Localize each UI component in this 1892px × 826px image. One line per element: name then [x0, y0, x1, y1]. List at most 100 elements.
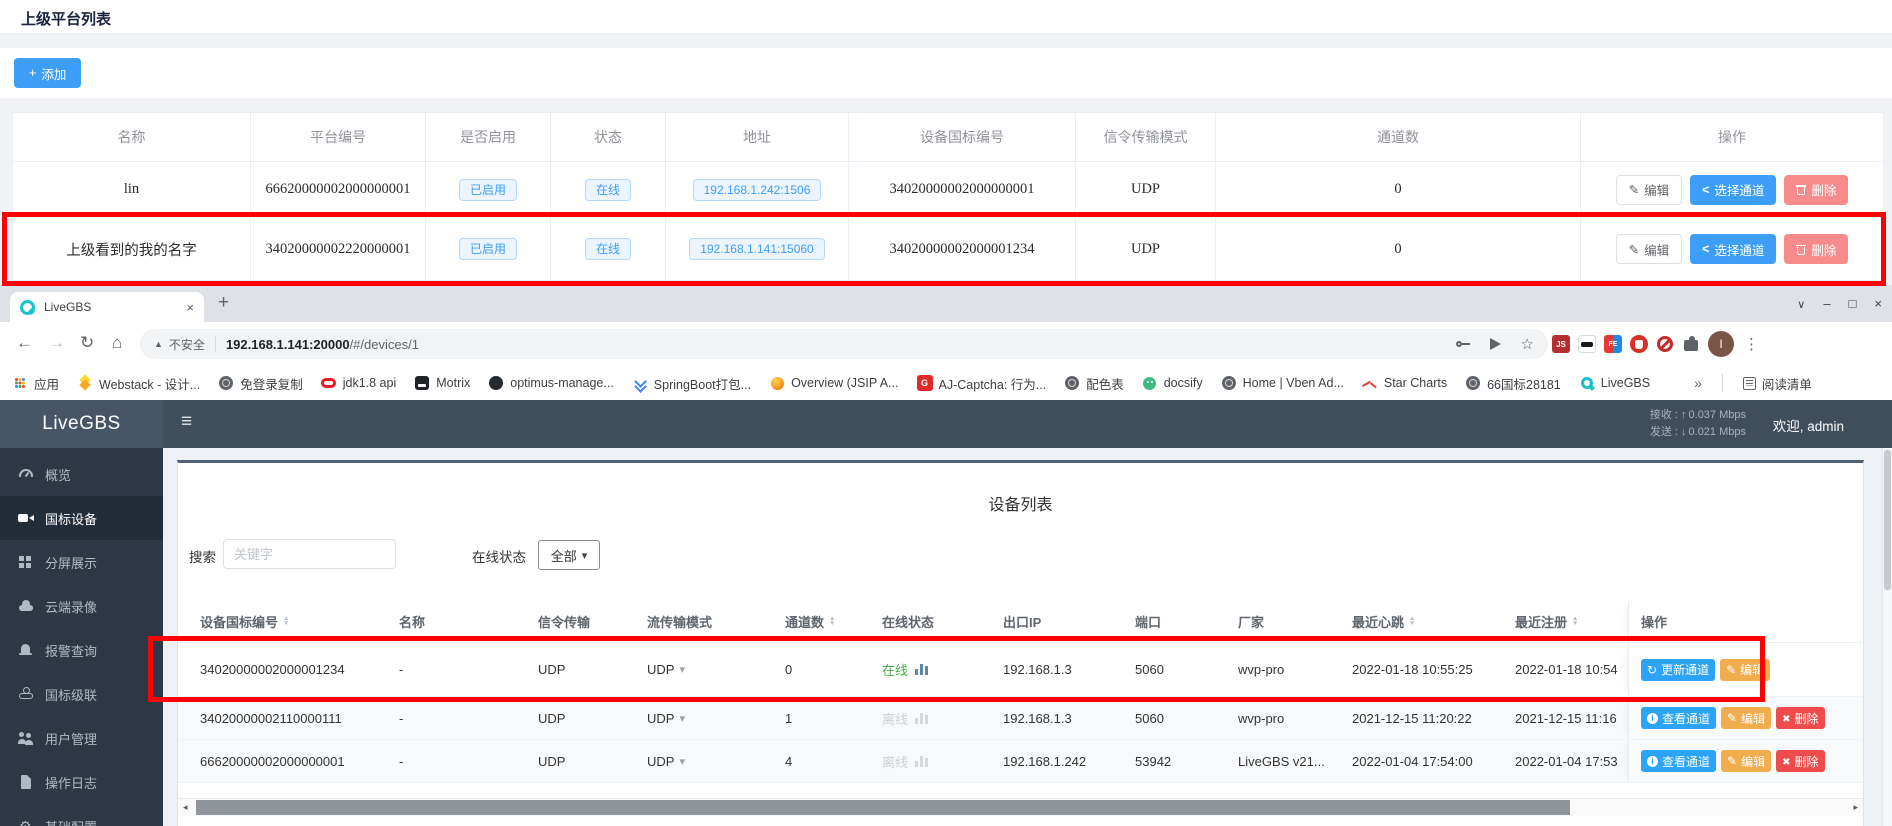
- maximize-icon[interactable]: [1849, 296, 1857, 311]
- vertical-scrollbar[interactable]: [1882, 448, 1892, 826]
- bookmark-item-starcharts[interactable]: Star Charts: [1362, 375, 1447, 391]
- not-secure-icon[interactable]: [154, 339, 163, 350]
- bookmarks-overflow-icon[interactable]: »: [1694, 375, 1702, 391]
- edit-button[interactable]: 编辑: [1616, 234, 1683, 264]
- add-button[interactable]: + 添加: [14, 58, 81, 88]
- extensions-puzzle-icon[interactable]: [1682, 335, 1700, 353]
- bookmark-item-webstack[interactable]: Webstack - 设计...: [77, 374, 200, 393]
- bookmark-item-motrix[interactable]: Motrix: [414, 375, 470, 391]
- bar-chart-icon[interactable]: [920, 664, 923, 675]
- edit-button[interactable]: 编辑: [1721, 750, 1771, 772]
- bookmark-item-optimus[interactable]: optimus-manage...: [488, 375, 614, 391]
- tab-close-icon[interactable]: [186, 300, 194, 315]
- x-icon: [1782, 754, 1790, 768]
- chevron-down-icon[interactable]: [1797, 296, 1805, 311]
- view-channels-button[interactable]: 查看通道: [1641, 707, 1716, 729]
- bookmark-item-copy[interactable]: 免登录复制: [218, 374, 303, 393]
- chevron-down-icon: [679, 755, 685, 768]
- col-header-gb-id[interactable]: 设备国标编号: [178, 612, 399, 631]
- bookmark-item-vben[interactable]: Home | Vben Ad...: [1221, 375, 1344, 391]
- sidebar-item-cloud-recording[interactable]: 云端录像: [0, 584, 163, 628]
- select-channel-button[interactable]: 选择通道: [1690, 234, 1776, 264]
- sidebar-item-operation-log[interactable]: 操作日志: [0, 760, 163, 804]
- online-status-label: 在线状态: [472, 546, 526, 566]
- update-channels-button[interactable]: 更新通道: [1641, 659, 1715, 681]
- scroll-right-icon[interactable]: [1853, 802, 1858, 813]
- select-channel-button[interactable]: 选择通道: [1690, 175, 1776, 205]
- bookmark-item-jsip[interactable]: Overview (JSIP A...: [769, 375, 898, 391]
- edit-button[interactable]: 编辑: [1616, 175, 1683, 205]
- edit-button[interactable]: 编辑: [1721, 707, 1771, 729]
- password-key-icon[interactable]: [1456, 340, 1470, 348]
- bookmark-item-gb28181[interactable]: 66国标28181: [1465, 374, 1561, 393]
- video-camera-icon: [18, 510, 34, 526]
- scrollbar-thumb[interactable]: [196, 800, 1570, 815]
- cell-ip: 192.168.1.242: [1003, 754, 1135, 769]
- cell-registered: 2021-12-15 11:16: [1515, 711, 1628, 726]
- device-row-1[interactable]: 34020000002000001234 - UDP UDP 0 在线 192.…: [178, 643, 1863, 697]
- sidebar-item-overview[interactable]: 概览: [0, 452, 163, 496]
- welcome-text[interactable]: 欢迎, admin: [1773, 415, 1844, 435]
- bookmark-item-ajcaptcha[interactable]: AJ-Captcha: 行为...: [917, 374, 1047, 393]
- address-bar[interactable]: 不安全 192.168.1.141:20000/#/devices/1: [140, 329, 1548, 359]
- menu-toggle-icon[interactable]: [181, 411, 192, 433]
- col-header-heartbeat[interactable]: 最近心跳: [1352, 612, 1515, 631]
- cell-name: 上级看到的我的名字: [13, 218, 251, 280]
- browser-tab[interactable]: LiveGBS: [10, 292, 204, 322]
- search-label: 搜索: [189, 546, 216, 566]
- bookmark-item-springboot[interactable]: SpringBoot打包...: [632, 374, 751, 393]
- col-header-channels[interactable]: 通道数: [785, 612, 882, 631]
- tab-title: LiveGBS: [44, 300, 186, 314]
- close-icon[interactable]: [1874, 296, 1882, 311]
- extension-js-icon[interactable]: [1552, 335, 1570, 353]
- enabled-badge[interactable]: 已启用: [459, 238, 517, 260]
- delete-button[interactable]: 删除: [1776, 707, 1824, 729]
- device-row-2[interactable]: 34020000002110000111 - UDP UDP 1 离线 192.…: [178, 697, 1863, 740]
- online-status-select[interactable]: 全部: [538, 540, 600, 570]
- extension-robot-icon[interactable]: [1578, 335, 1596, 353]
- cell-vendor: LiveGBS v21...: [1238, 754, 1352, 769]
- bookmark-item-docsify[interactable]: docsify: [1142, 375, 1203, 391]
- scrollbar-thumb[interactable]: [1884, 450, 1891, 590]
- minimize-icon[interactable]: [1823, 296, 1830, 311]
- home-icon[interactable]: [112, 333, 122, 353]
- reading-list-button[interactable]: 阅读清单: [1743, 374, 1812, 393]
- col-header-registered[interactable]: 最近注册: [1515, 612, 1628, 631]
- cell-gb-id: 34020000002110000111: [178, 711, 399, 726]
- back-icon[interactable]: [16, 333, 33, 353]
- bookmark-item-apps[interactable]: 应用: [12, 374, 59, 393]
- forward-icon[interactable]: [48, 333, 65, 353]
- delete-button[interactable]: 删除: [1776, 750, 1824, 772]
- bookmark-star-icon[interactable]: [1521, 335, 1534, 353]
- extension-fe-icon[interactable]: [1604, 335, 1622, 353]
- search-input[interactable]: [223, 539, 396, 569]
- send-icon[interactable]: [1490, 338, 1501, 350]
- sidebar-item-user-management[interactable]: 用户管理: [0, 716, 163, 760]
- stream-mode-select[interactable]: UDP: [647, 754, 685, 769]
- app-logo[interactable]: LiveGBS: [0, 400, 163, 448]
- scroll-left-icon[interactable]: [183, 802, 188, 813]
- sidebar-item-gb-devices[interactable]: 国标设备: [0, 496, 163, 540]
- enabled-badge[interactable]: 已启用: [459, 179, 517, 201]
- bookmark-item-livegbs[interactable]: LiveGBS: [1579, 375, 1650, 391]
- horizontal-scrollbar[interactable]: [178, 798, 1863, 816]
- extension-stop-hand-icon[interactable]: [1630, 335, 1648, 353]
- delete-button[interactable]: 删除: [1784, 234, 1848, 264]
- sidebar-item-alarm-query[interactable]: 报警查询: [0, 628, 163, 672]
- edit-button[interactable]: 编辑: [1720, 659, 1770, 681]
- stream-mode-select[interactable]: UDP: [647, 711, 685, 726]
- delete-button[interactable]: 删除: [1784, 175, 1848, 205]
- bookmark-item-palette[interactable]: 配色表: [1064, 374, 1124, 393]
- reload-icon[interactable]: [80, 333, 94, 353]
- stream-mode-select[interactable]: UDP: [647, 662, 685, 677]
- sidebar-item-basic-config[interactable]: 基础配置: [0, 804, 163, 826]
- new-tab-button[interactable]: [218, 292, 229, 314]
- sidebar-item-gb-cascade[interactable]: 国标级联: [0, 672, 163, 716]
- extension-block-icon[interactable]: [1656, 335, 1674, 353]
- device-row-3[interactable]: 66620000002000000001 - UDP UDP 4 离线 192.…: [178, 740, 1863, 783]
- sidebar-item-split-screen[interactable]: 分屏展示: [0, 540, 163, 584]
- browser-menu-icon[interactable]: [1742, 335, 1761, 353]
- profile-avatar[interactable]: I: [1708, 331, 1734, 357]
- bookmark-item-jdk[interactable]: jdk1.8 api: [321, 375, 397, 391]
- view-channels-button[interactable]: 查看通道: [1641, 750, 1716, 772]
